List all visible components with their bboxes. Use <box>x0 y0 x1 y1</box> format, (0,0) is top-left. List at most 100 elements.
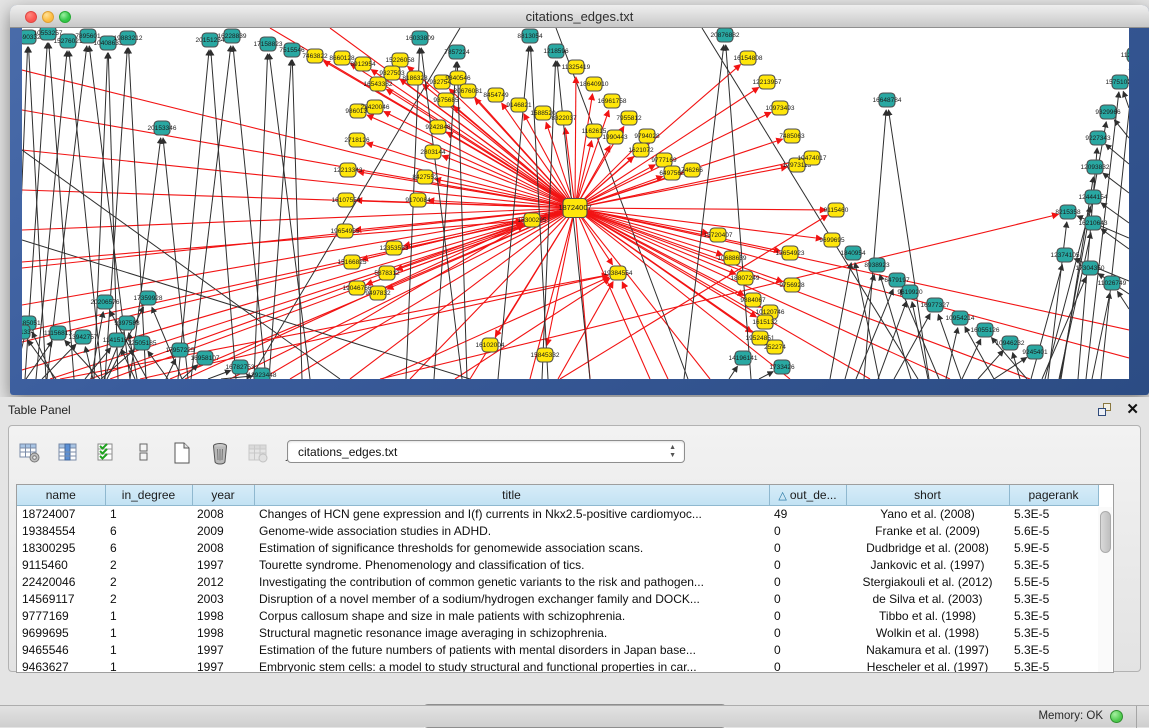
graph-node[interactable]: 8813054 <box>517 29 543 43</box>
svg-text:9794028: 9794028 <box>634 133 660 140</box>
table-row[interactable]: 969969511998Structural magnetic resonanc… <box>17 624 1098 641</box>
graph-node[interactable]: 9170084 <box>405 193 431 207</box>
svg-text:17957225: 17957225 <box>166 347 195 354</box>
table-row[interactable]: 1938455462009Genome-wide association stu… <box>17 522 1098 539</box>
cell-title: Tourette syndrome. Phenomenology and cla… <box>254 556 769 573</box>
new-column-icon[interactable] <box>169 440 195 466</box>
network-canvas[interactable]: 18724007 11325419 18640910 16961758 7955812 9… <box>22 28 1129 379</box>
graph-node[interactable]: 9227343 <box>1085 131 1111 145</box>
column-header-short[interactable]: short <box>846 485 1009 505</box>
graph-node[interactable]: 14196141 <box>729 351 758 365</box>
graph-node[interactable]: 16961758 <box>598 94 627 108</box>
graph-node[interactable]: 12213957 <box>753 75 782 89</box>
graph-edge <box>1031 265 1062 379</box>
status-divider <box>1136 706 1137 728</box>
graph-node[interactable]: 9115460 <box>824 203 849 217</box>
svg-text:9329966: 9329966 <box>1095 109 1121 116</box>
float-panel-icon[interactable] <box>1097 402 1113 418</box>
graph-node[interactable]: 9146821 <box>506 98 532 112</box>
graph-node[interactable]: 16055126 <box>971 323 1000 337</box>
graph-node[interactable]: 12093832 <box>1081 160 1110 174</box>
graph-edge <box>211 50 236 379</box>
delete-column-icon[interactable] <box>207 440 233 466</box>
memory-status-indicator[interactable] <box>1110 710 1123 723</box>
graph-node[interactable]: 20876882 <box>711 28 740 42</box>
cell-short: Tibbo et al. (1998) <box>846 607 1009 624</box>
graph-node[interactable]: 15226058 <box>386 53 415 67</box>
graph-node[interactable]: 12374105 <box>1051 248 1080 262</box>
graph-node[interactable]: 16033809 <box>406 31 435 45</box>
column-header-title[interactable]: title <box>254 485 769 505</box>
column-header-name[interactable]: name <box>17 485 105 505</box>
column-select-icon[interactable] <box>55 440 81 466</box>
svg-text:9699695: 9699695 <box>819 237 845 244</box>
graph-node[interactable]: 8454749 <box>483 88 509 102</box>
table-row[interactable]: 946554611997Estimation of the future num… <box>17 641 1098 658</box>
close-panel-icon[interactable]: ✕ <box>1126 400 1139 418</box>
column-header-out_degree[interactable]: △out_de... <box>769 485 846 505</box>
graph-edge <box>22 240 470 379</box>
table-row[interactable]: 977716911998Corpus callosum shape and si… <box>17 607 1098 624</box>
graph-node[interactable]: 252274 <box>764 340 786 354</box>
graph-node[interactable]: 9245401 <box>1022 345 1048 359</box>
graph-node[interactable]: 7515546 <box>279 43 305 57</box>
graph-node[interactable]: 1621072 <box>628 143 654 157</box>
cell-title: Genome-wide association studies in ADHD. <box>254 522 769 539</box>
graph-node[interactable]: 18724007 <box>558 199 591 218</box>
graph-node[interactable]: 7955812 <box>616 111 642 125</box>
column-header-in_degree[interactable]: in_degree <box>105 485 192 505</box>
table-row[interactable]: 911546021997Tourette syndrome. Phenomeno… <box>17 556 1098 573</box>
graph-node[interactable]: 11239812 <box>1121 48 1129 62</box>
svg-text:16977327: 16977327 <box>921 302 950 309</box>
graph-node[interactable]: 10954214 <box>946 311 975 325</box>
scrollbar-thumb[interactable] <box>1100 511 1111 553</box>
column-header-pagerank[interactable]: pagerank <box>1009 485 1098 505</box>
graph-node[interactable]: 13942757 <box>69 330 98 344</box>
graph-node[interactable]: 16977327 <box>921 298 950 312</box>
graph-node[interactable]: 9794028 <box>634 129 660 143</box>
row-mode-icon[interactable] <box>131 440 157 466</box>
graph-node[interactable]: 18640910 <box>580 77 609 91</box>
svg-text:9115460: 9115460 <box>824 207 849 214</box>
column-header-year[interactable]: year <box>192 485 254 505</box>
check-columns-icon[interactable] <box>93 440 119 466</box>
window-titlebar[interactable]: citations_edges.txt <box>10 5 1149 28</box>
table-row[interactable]: 946362711997Embryonic stem cells: a mode… <box>17 658 1098 673</box>
graph-node[interactable]: 12213343 <box>334 163 363 177</box>
graph-node[interactable]: 746266 <box>681 163 703 177</box>
table-source-dropdown[interactable]: citations_edges.txt ▲▼ <box>287 440 685 463</box>
table-row[interactable]: 2242004622012Investigating the contribut… <box>17 573 1098 590</box>
graph-node[interactable]: 9756928 <box>779 278 805 292</box>
svg-text:16107554: 16107554 <box>332 197 361 204</box>
graph-node[interactable]: 16154808 <box>734 51 763 65</box>
svg-text:1218596: 1218596 <box>543 48 569 55</box>
svg-text:10973493: 10973493 <box>766 105 795 112</box>
table-settings-icon[interactable] <box>17 440 43 466</box>
table-vertical-scrollbar[interactable] <box>1098 507 1112 672</box>
svg-text:9375685: 9375685 <box>433 97 459 104</box>
cell-year: 2003 <box>192 590 254 607</box>
graph-node[interactable]: 1840954 <box>840 246 866 260</box>
svg-text:12213957: 12213957 <box>753 79 782 86</box>
graph-node[interactable]: 8215358 <box>1055 205 1081 219</box>
graph-node[interactable]: 5878312 <box>374 266 400 280</box>
graph-node[interactable]: 18807249 <box>731 271 760 285</box>
table-row[interactable]: 1872400712008Changes of HCN gene express… <box>17 505 1098 522</box>
table-row[interactable]: 1456911722003Disruption of a novel membe… <box>17 590 1098 607</box>
graph-edge <box>28 340 56 379</box>
graph-node[interactable]: 12444154 <box>1079 190 1108 204</box>
graph-node[interactable]: 15751074 <box>1106 75 1129 89</box>
graph-node[interactable]: 16648784 <box>873 93 902 107</box>
graph-node[interactable]: 11325419 <box>562 60 591 74</box>
svg-text:19883212: 19883212 <box>114 35 143 42</box>
svg-text:8660128: 8660128 <box>329 55 355 62</box>
graph-node[interactable]: 7485063 <box>779 129 805 143</box>
table-row[interactable]: 1830029562008Estimation of significance … <box>17 539 1098 556</box>
graph-node[interactable]: 1218596 <box>543 44 569 58</box>
graph-node[interactable]: 9699695 <box>819 233 845 247</box>
attribute-table-wrap: namein_degreeyeartitle△out_de...shortpag… <box>16 484 1114 673</box>
graph-node[interactable]: 2803144 <box>420 145 446 159</box>
graph-node[interactable]: 2718126 <box>344 133 370 147</box>
graph-node[interactable]: 16107554 <box>332 193 361 207</box>
graph-node[interactable]: 17359928 <box>134 291 163 305</box>
